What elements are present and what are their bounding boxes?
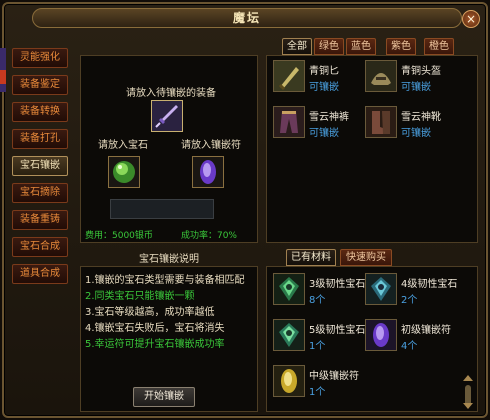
green-gem-icon xyxy=(113,161,135,183)
tab-green[interactable]: 绿色 xyxy=(314,38,344,55)
boots-icon xyxy=(365,106,397,138)
item-count: 8个 xyxy=(309,295,326,306)
material-item[interactable]: 5级韧性宝石 1个 xyxy=(273,319,369,355)
item-name: 雪云神靴 xyxy=(401,112,441,123)
sidebar-item-spirit-enhance[interactable]: 灵能强化 xyxy=(12,48,68,68)
charm-slot-label: 请放入镶嵌符 xyxy=(181,140,241,151)
scroll-up-icon[interactable] xyxy=(463,375,473,381)
material-item[interactable]: 3级韧性宝石 8个 xyxy=(273,273,369,309)
green-gem-icon xyxy=(273,273,305,305)
sidebar-item-identify[interactable]: 装备鉴定 xyxy=(12,75,68,95)
tab-orange[interactable]: 橙色 xyxy=(424,38,454,55)
item-name: 青铜头盔 xyxy=(401,66,441,77)
charm-slot[interactable] xyxy=(192,156,224,188)
description-line: 4.镶嵌宝石失败后，宝石将消失 xyxy=(85,323,225,334)
green-gem-icon xyxy=(365,273,397,305)
close-button[interactable]: × xyxy=(462,10,480,28)
material-item[interactable]: 中级镶嵌符 1个 xyxy=(273,365,369,401)
green-gem-icon xyxy=(273,319,305,351)
tab-blue[interactable]: 蓝色 xyxy=(346,38,376,55)
tab-all[interactable]: 全部 xyxy=(282,38,312,55)
sidebar-item-item-synthesis[interactable]: 道具合成 xyxy=(12,264,68,284)
sword-icon xyxy=(152,101,182,131)
item-count: 1个 xyxy=(309,387,326,398)
item-name: 青铜匕 xyxy=(309,66,339,77)
equip-slot-label: 请放入待镶嵌的装备 xyxy=(126,88,216,99)
material-item[interactable]: 初级镶嵌符 4个 xyxy=(365,319,461,355)
equipment-item[interactable]: 雪云神靴 可镶嵌 xyxy=(365,106,461,142)
item-name: 雪云神裤 xyxy=(309,112,349,123)
sidebar-item-gem-inlay[interactable]: 宝石镶嵌 xyxy=(12,156,68,176)
item-status: 可镶嵌 xyxy=(401,82,431,93)
sidebar-item-punch[interactable]: 装备打孔 xyxy=(12,129,68,149)
item-count: 2个 xyxy=(401,295,418,306)
inlay-panel: 请放入待镶嵌的装备 请放入宝石 请放入镶嵌符 费用：5000银币 成功率：70% xyxy=(80,55,258,243)
item-status: 可镶嵌 xyxy=(309,82,339,93)
item-count: 1个 xyxy=(309,341,326,352)
material-item[interactable]: 4级韧性宝石 2个 xyxy=(365,273,461,309)
item-status: 可镶嵌 xyxy=(309,128,339,139)
equipment-panel: 青铜匕 可镶嵌 青铜头盔 可镶嵌 雪云神裤 可镶嵌 雪云神靴 可镶嵌 xyxy=(266,55,478,243)
purple-charm-icon xyxy=(200,160,216,184)
equipment-item[interactable]: 青铜头盔 可镶嵌 xyxy=(365,60,461,96)
equip-slot[interactable] xyxy=(151,100,183,132)
pants-icon xyxy=(273,106,305,138)
sidebar-item-convert[interactable]: 装备转换 xyxy=(12,102,68,122)
purple-charm-icon xyxy=(365,319,397,351)
description-line: 1.镶嵌的宝石类型需要与装备相匹配 xyxy=(85,275,245,286)
item-status: 可镶嵌 xyxy=(401,128,431,139)
left-edge-decoration xyxy=(0,48,6,92)
gem-slot[interactable] xyxy=(108,156,140,188)
item-name: 初级镶嵌符 xyxy=(401,325,451,336)
equipment-item[interactable]: 青铜匕 可镶嵌 xyxy=(273,60,369,96)
yellow-charm-icon xyxy=(273,365,305,397)
description-title: 宝石镶嵌说明 xyxy=(139,254,199,265)
gem-slot-label: 请放入宝石 xyxy=(98,140,148,151)
item-name: 3级韧性宝石 xyxy=(309,279,366,290)
scroll-down-icon[interactable] xyxy=(463,403,473,409)
sidebar: 灵能强化 装备鉴定 装备转换 装备打孔 宝石镶嵌 宝石摘除 装备重铸 宝石合成 … xyxy=(12,48,70,291)
description-line: 5.幸运符可提升宝石镶嵌成功率 xyxy=(85,339,225,350)
sidebar-item-gem-remove[interactable]: 宝石摘除 xyxy=(12,183,68,203)
dagger-icon xyxy=(273,60,305,92)
description-panel: 1.镶嵌的宝石类型需要与装备相匹配 2.同类宝石只能镶嵌一颗 3.宝石等级越高，… xyxy=(80,266,258,412)
tab-owned-materials[interactable]: 已有材料 xyxy=(286,249,336,266)
helmet-icon xyxy=(365,60,397,92)
item-name: 5级韧性宝石 xyxy=(309,325,366,336)
item-count: 4个 xyxy=(401,341,418,352)
materials-panel: 3级韧性宝石 8个 4级韧性宝石 2个 5级韧性宝石 1个 初级镶嵌符 4个 中… xyxy=(266,266,478,412)
item-name: 中级镶嵌符 xyxy=(309,371,359,382)
tab-quick-buy[interactable]: 快速购买 xyxy=(340,249,392,266)
progress-bar xyxy=(110,199,214,219)
sidebar-item-recast[interactable]: 装备重铸 xyxy=(12,210,68,230)
fee-text: 费用：5000银币 xyxy=(85,231,153,241)
sidebar-item-gem-synthesis[interactable]: 宝石合成 xyxy=(12,237,68,257)
equipment-item[interactable]: 雪云神裤 可镶嵌 xyxy=(273,106,369,142)
description-line: 3.宝石等级越高，成功率越低 xyxy=(85,307,215,318)
start-inlay-button[interactable]: 开始镶嵌 xyxy=(133,387,195,407)
success-rate-text: 成功率：70% xyxy=(180,231,237,241)
description-line: 2.同类宝石只能镶嵌一颗 xyxy=(85,291,195,302)
window-title: 魔坛 xyxy=(32,8,462,28)
item-name: 4级韧性宝石 xyxy=(401,279,458,290)
tab-purple[interactable]: 紫色 xyxy=(386,38,416,55)
